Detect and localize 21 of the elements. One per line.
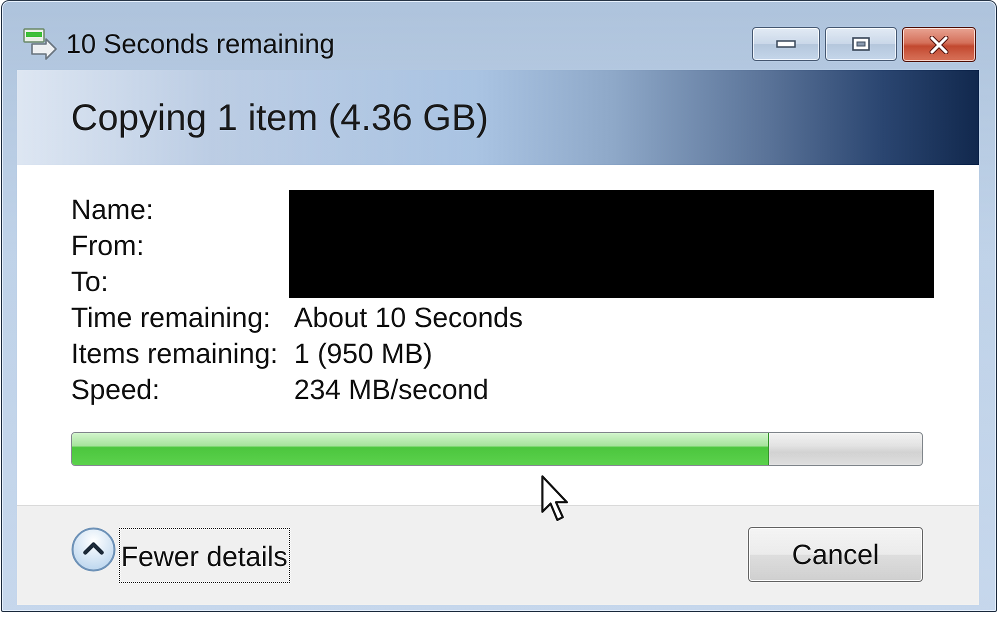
file-transfer-icon xyxy=(22,26,58,62)
details-toggle[interactable]: Fewer details xyxy=(119,528,290,583)
detail-label: Time remaining: xyxy=(71,302,271,334)
detail-value: 1 (950 MB) xyxy=(293,338,432,370)
close-icon xyxy=(929,36,949,54)
detail-label: From: xyxy=(71,230,144,262)
window-title: 10 Seconds remaining xyxy=(66,28,335,61)
detail-value: About 10 Seconds xyxy=(293,302,523,334)
detail-label: Items remaining: xyxy=(71,338,278,370)
close-button[interactable] xyxy=(902,27,976,62)
detail-value: 234 MB/second xyxy=(293,374,489,406)
detail-label: To: xyxy=(71,266,108,298)
cancel-button[interactable]: Cancel xyxy=(748,527,923,582)
maximize-button[interactable] xyxy=(825,27,897,61)
dialog-heading: Copying 1 item (4.36 GB) xyxy=(71,96,488,138)
restore-icon xyxy=(852,37,870,51)
chevron-up-icon[interactable] xyxy=(71,527,116,572)
detail-label: Name: xyxy=(71,194,154,226)
minimize-button[interactable] xyxy=(752,27,820,61)
minimize-icon xyxy=(776,40,796,48)
detail-label: Speed: xyxy=(71,374,160,406)
